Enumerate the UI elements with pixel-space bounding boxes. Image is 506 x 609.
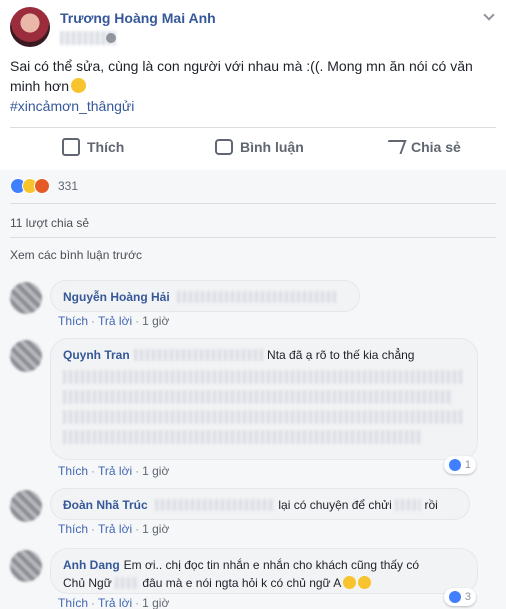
view-previous-comments[interactable]: Xem các bình luận trước (10, 248, 142, 262)
comment-actions: Thích · Trả lời · 1 giờ (58, 464, 170, 478)
avatar[interactable] (10, 282, 42, 314)
redacted-text (177, 291, 338, 303)
comment-time: 1 giờ (142, 314, 170, 328)
post-action-bar: Thích Bình luận Chia sẻ (0, 128, 506, 166)
laugh-emoji-icon (343, 576, 357, 589)
chevron-down-icon[interactable] (484, 12, 494, 22)
reaction-count: 331 (58, 179, 79, 193)
redacted-text (63, 370, 463, 384)
share-button[interactable]: Chia sẻ (383, 128, 461, 166)
avatar[interactable] (10, 550, 42, 582)
comment-like-count[interactable]: 1 (443, 456, 476, 474)
comment-like-link[interactable]: Thích (58, 596, 88, 609)
post-card: Trương Hoàng Mai Anh Sai có thể sửa, cùn… (0, 0, 506, 170)
comment-time: 1 giờ (142, 596, 170, 609)
redacted-text (63, 410, 463, 424)
author-avatar[interactable] (10, 7, 50, 47)
comment-reply-link[interactable]: Trả lời (98, 522, 132, 536)
comment-reply-link[interactable]: Trả lời (98, 596, 132, 609)
comment-text: Nta đã ạ rõ to thế kia chẳng (267, 348, 415, 362)
post-text-line1: Sai có thể sửa, cùng là con người với nh… (10, 58, 473, 74)
commenter-name[interactable]: Đoàn Nhã Trúc (63, 498, 148, 512)
smile-emoji-icon (71, 78, 86, 93)
laugh-emoji-icon (358, 576, 372, 589)
commenter-name[interactable]: Quynh Tran (63, 348, 130, 362)
post-text-line2: minh hơn (10, 78, 69, 94)
redacted-text (63, 430, 423, 444)
post-hashtag[interactable]: #xincảmơn_thângửi (10, 96, 490, 116)
comment-like-link[interactable]: Thích (58, 464, 88, 478)
post-text: Sai có thể sửa, cùng là con người với nh… (10, 56, 490, 116)
commenter-name[interactable]: Nguyễn Hoàng Hải (63, 290, 170, 304)
like-icon (62, 138, 80, 156)
author-name[interactable]: Trương Hoàng Mai Anh (60, 10, 216, 26)
share-count[interactable]: 11 lượt chia sẻ (10, 216, 89, 230)
comment-like-count[interactable]: 3 (443, 588, 476, 606)
like-label: Thích (87, 139, 125, 155)
divider (10, 203, 496, 204)
comment-like-link[interactable]: Thích (58, 522, 88, 536)
share-label: Chia sẻ (411, 139, 461, 155)
comment-bubble: Quynh Tran Nta đã ạ rõ to thế kia chẳng (50, 338, 478, 460)
comment-text-end: rồi (424, 498, 438, 512)
globe-icon (106, 33, 116, 43)
comment-bubble: Anh Dang Em ơi.. chị đọc tin nhắn e nhắn … (50, 548, 478, 594)
comment-actions: Thích · Trả lời · 1 giờ (58, 596, 170, 609)
comment-time: 1 giờ (142, 522, 170, 536)
divider (10, 237, 496, 238)
like-icon (448, 459, 461, 471)
reactions-summary[interactable]: 331 (10, 178, 78, 194)
comment-label: Bình luận (240, 139, 304, 155)
avatar[interactable] (10, 340, 42, 372)
comment-text: lại có chuyện để chửi (278, 498, 392, 512)
commenter-name[interactable]: Anh Dang (63, 558, 120, 572)
comment-icon (215, 139, 233, 155)
redacted-text (63, 390, 453, 404)
comment-bubble: Đoàn Nhã Trúc lại có chuyện để chửi rồi (50, 488, 470, 520)
avatar[interactable] (10, 490, 42, 522)
comment-bubble: Nguyễn Hoàng Hải (50, 280, 360, 312)
comment-actions: Thích · Trả lời · 1 giờ (58, 314, 170, 328)
comment-reply-link[interactable]: Trả lời (98, 464, 132, 478)
comment-time: 1 giờ (142, 464, 170, 478)
comment-reply-link[interactable]: Trả lời (98, 314, 132, 328)
angry-reaction-icon (34, 178, 50, 194)
share-icon (383, 140, 407, 154)
like-button[interactable]: Thích (62, 128, 124, 166)
comment-button[interactable]: Bình luận (215, 128, 304, 166)
comment-actions: Thích · Trả lời · 1 giờ (58, 522, 170, 536)
comment-like-link[interactable]: Thích (58, 314, 88, 328)
comment-text: Em ơi.. chị đọc tin nhắn e nhắn cho khác… (123, 558, 420, 572)
like-icon (448, 591, 461, 603)
